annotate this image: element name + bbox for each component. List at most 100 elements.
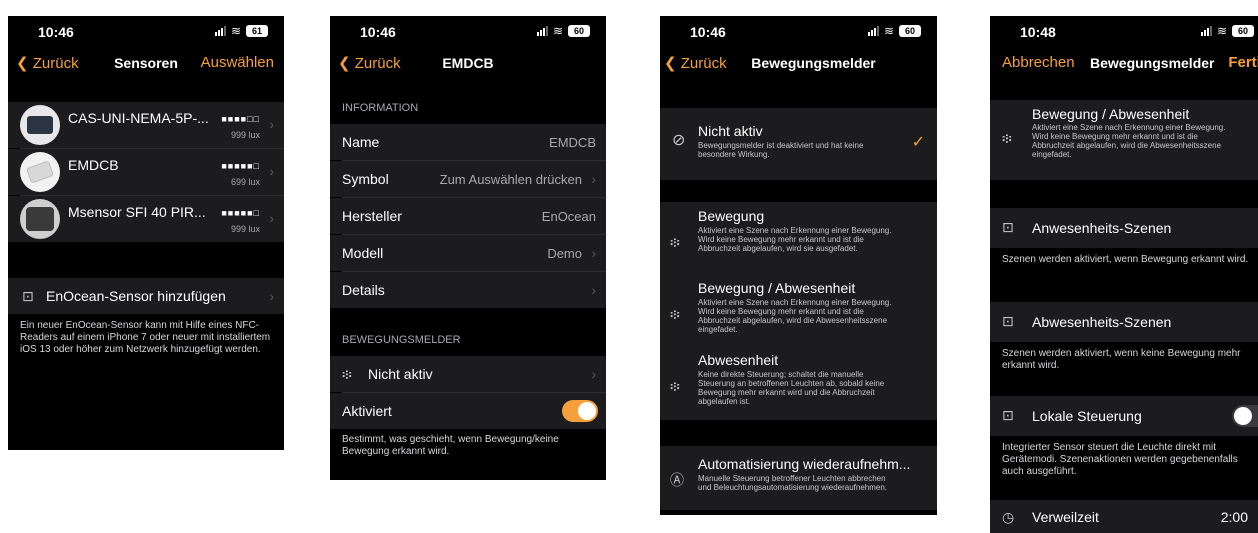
chevron-left-icon: ❮ (664, 55, 681, 72)
lux-value: 999 lux (230, 130, 260, 140)
row-label: Hersteller (342, 208, 402, 224)
status-time: 10:46 (360, 24, 396, 40)
toggle-knob (578, 402, 596, 420)
sensor-row[interactable]: EMDCB ■■■■■□ 699 lux › (8, 149, 284, 195)
sensor-row[interactable]: CAS-UNI-NEMA-5P-... ■■■■□□ 999 lux › (8, 102, 284, 148)
signal-strength: ■■■■■□ (221, 161, 260, 171)
option-title: Bewegung / Abwesenheit (698, 280, 856, 296)
motion-mode-row[interactable]: ፨ Nicht aktiv › (330, 356, 606, 392)
cancel-button[interactable]: Abbrechen (1002, 54, 1075, 71)
automation-icon: Ⓐ (670, 472, 684, 488)
chevron-right-icon: › (269, 288, 274, 304)
dwell-time-label: Verweilzeit (1032, 509, 1099, 525)
option-description: Keine direkte Steuerung; schaltet die ma… (698, 370, 885, 406)
chevron-right-icon: › (591, 366, 596, 382)
nav-bar: Abbrechen Bewegungsmelder Fertig (990, 50, 1258, 80)
chevron-right-icon: › (269, 116, 274, 132)
resume-automation-row[interactable]: Ⓐ Automatisierung wiederaufnehm... Manue… (660, 446, 937, 510)
chevron-right-icon: › (591, 245, 596, 261)
option-absence[interactable]: ፨ Abwesenheit Keine direkte Steuerung; s… (660, 346, 937, 420)
status-bar: 10:48 ≋ 60 (990, 16, 1258, 50)
local-control-toggle[interactable] (1232, 405, 1258, 427)
wifi-icon: ≋ (230, 24, 241, 38)
absence-scenes-label: Abwesenheits-Szenen (1032, 314, 1172, 330)
signal-strength: ■■■■■□ (221, 208, 260, 218)
sensor-name: CAS-UNI-NEMA-5P-... (68, 110, 209, 126)
scene-icon: ⊡ (1002, 219, 1014, 235)
lux-value: 699 lux (230, 177, 260, 187)
activated-row: Aktiviert (330, 393, 606, 429)
battery-icon: 60 (568, 25, 590, 37)
add-sensor-label: EnOcean-Sensor hinzufügen (46, 288, 226, 304)
sensor-name: Msensor SFI 40 PIR... (68, 204, 206, 220)
dwell-time-value: 2:00 (1220, 509, 1248, 525)
page-title: Bewegungsmelder (751, 55, 876, 71)
status-bar: 10:46 ≋ 60 (660, 16, 937, 50)
option-description: Aktiviert eine Szene nach Erkennung eine… (698, 298, 892, 334)
local-control-label: Lokale Steuerung (1032, 408, 1142, 424)
done-button[interactable]: Fertig (1228, 54, 1258, 71)
row-value: Demo (547, 246, 582, 261)
info-row-details[interactable]: Details › (330, 272, 606, 308)
wifi-icon: ≋ (883, 24, 894, 38)
add-sensor-row[interactable]: ⊡ EnOcean-Sensor hinzufügen › (8, 278, 284, 314)
option-description: Bewegungsmelder ist deaktiviert und hat … (698, 141, 864, 159)
absence-footer: Szenen werden aktiviert, wenn keine Bewe… (1002, 348, 1241, 371)
sensor-row[interactable]: Msensor SFI 40 PIR... ■■■■■□ 999 lux › (8, 196, 284, 242)
cellular-signal-icon (214, 26, 226, 36)
section-header: BEWEGUNGSMELDER (342, 334, 461, 346)
status-time: 10:46 (690, 24, 726, 40)
option-not-active[interactable]: ⊘ Nicht aktiv Bewegungsmelder ist deakti… (660, 108, 937, 180)
battery-icon: 60 (899, 25, 921, 37)
mode-title: Bewegung / Abwesenheit (1032, 106, 1190, 122)
signal-strength: ■■■■□□ (221, 114, 260, 124)
absence-scenes-row[interactable]: ⊡ Abwesenheits-Szenen (990, 302, 1258, 342)
row-label: Modell (342, 245, 384, 261)
option-motion-absence[interactable]: ፨ Bewegung / Abwesenheit Aktiviert eine … (660, 274, 937, 346)
option-description: Aktiviert eine Szene nach Erkennung eine… (698, 226, 892, 253)
info-row-name[interactable]: Name EMDCB (330, 124, 606, 160)
checkmark-icon: ✓ (911, 134, 925, 151)
lux-value: 999 lux (230, 224, 260, 234)
mode-row[interactable]: ፨ Bewegung / Abwesenheit Aktiviert eine … (990, 100, 1258, 180)
nav-bar: ❮ Zurück EMDCB (330, 50, 606, 80)
status-bar: 10:46 ≋ 60 (330, 16, 606, 50)
chevron-right-icon: › (269, 210, 274, 226)
page-title: Bewegungsmelder (1090, 55, 1215, 71)
screen-sensors: 10:46 ≋ 61 ❮ Zurück Sensoren Auswählen C… (8, 16, 284, 450)
add-sensor-footer: Ein neuer EnOcean-Sensor kann mit Hilfe … (20, 320, 271, 355)
option-motion[interactable]: ፨ Bewegung Aktiviert eine Szene nach Erk… (660, 202, 937, 274)
screen-motion-settings: 10:48 ≋ 60 Abbrechen Bewegungsmelder Fer… (990, 16, 1258, 533)
motion-mode-value: Nicht aktiv (368, 366, 433, 382)
info-row-manufacturer[interactable]: Hersteller EnOcean (330, 198, 606, 234)
battery-icon: 61 (246, 25, 268, 37)
motion-sensor-icon: ፨ (1002, 130, 1012, 146)
disabled-icon: ⊘ (672, 132, 686, 149)
info-row-model[interactable]: Modell Demo › (330, 235, 606, 271)
presence-scenes-row[interactable]: ⊡ Anwesenheits-Szenen (990, 208, 1258, 248)
cellular-signal-icon (536, 26, 548, 36)
dwell-time-row[interactable]: ◷ Verweilzeit 2:00 (990, 500, 1258, 533)
resume-title: Automatisierung wiederaufnehm... (698, 456, 911, 472)
option-title: Abwesenheit (698, 352, 779, 368)
local-control-row: ⊡ Lokale Steuerung (990, 396, 1258, 436)
local-control-icon: ⊡ (1002, 407, 1014, 423)
row-label: Name (342, 134, 380, 150)
info-row-symbol[interactable]: Symbol Zum Auswählen drücken › (330, 161, 606, 197)
option-title: Bewegung (698, 208, 765, 224)
motion-sensor-icon: ፨ (670, 234, 680, 250)
sensor-image (20, 199, 60, 239)
motion-footer: Bestimmt, was geschieht, wenn Bewegung/k… (342, 434, 559, 457)
local-control-footer: Integrierter Sensor steuert die Leuchte … (1002, 442, 1238, 477)
sensor-image (20, 152, 60, 192)
screen-sensor-detail: 10:46 ≋ 60 ❮ Zurück EMDCB INFORMATION Na… (330, 16, 606, 480)
nav-bar: ❮ Zurück Bewegungsmelder (660, 50, 937, 80)
cellular-signal-icon (867, 26, 879, 36)
row-label: Symbol (342, 171, 389, 187)
chevron-right-icon: › (591, 171, 596, 187)
resume-description: Manuelle Steuerung betroffener Leuchten … (698, 474, 888, 492)
activated-toggle[interactable] (562, 400, 598, 422)
status-bar: 10:46 ≋ 61 (8, 16, 284, 50)
presence-scenes-label: Anwesenheits-Szenen (1032, 220, 1172, 236)
select-button[interactable]: Auswählen (201, 54, 274, 71)
